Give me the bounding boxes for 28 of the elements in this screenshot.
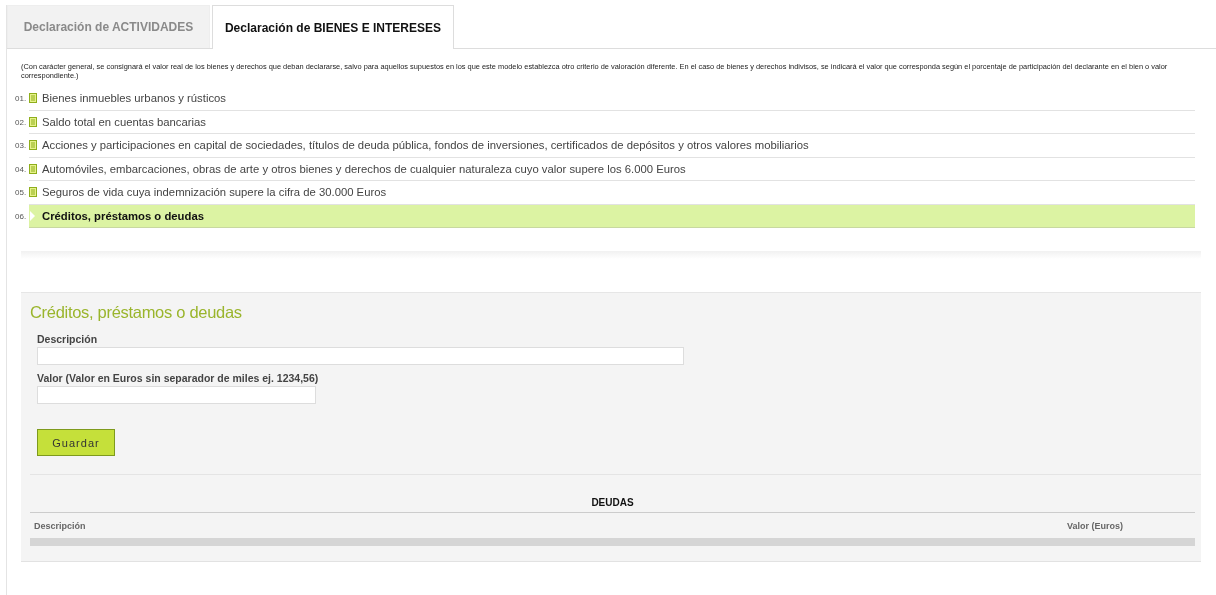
column-header: Descripción: [33, 520, 87, 531]
section-item[interactable]: Automóviles, embarcaciones, obras de arte y otros bienes y derechos de cualquier naturaleza cuyo valor supere los 6.000 Euros: [29, 157, 1195, 181]
tab[interactable]: Declaración de BIENES E INTERESES: [212, 5, 454, 49]
field-label: Valor (Valor en Euros sin separador de miles ej. 1234,56): [37, 372, 320, 384]
field-label: Descripción: [37, 333, 99, 345]
document-icon: [29, 187, 37, 198]
form-title: Créditos, préstamos o deudas: [30, 303, 243, 322]
section-item[interactable]: Saldo total en cuentas bancarias: [29, 110, 1195, 134]
input-field[interactable]: [37, 386, 316, 404]
item-number: 04.: [15, 164, 28, 174]
document-icon: [29, 140, 37, 151]
document-icon: [29, 93, 37, 104]
document-icon: [29, 116, 37, 127]
table-title: DEUDAS: [590, 497, 635, 508]
input-field[interactable]: [37, 347, 684, 365]
section-item[interactable]: Bienes inmuebles urbanos y rústicos: [29, 87, 1195, 111]
section-item[interactable]: Seguros de vida cuya indemnización supere la cifra de 30.000 Euros: [29, 181, 1195, 205]
save-button[interactable]: Guardar: [37, 429, 115, 456]
chevron-icon: [29, 210, 37, 221]
document-icon: [29, 163, 37, 174]
item-number: 03.: [15, 141, 28, 151]
item-number: 02.: [15, 117, 28, 127]
item-number: 01.: [15, 94, 28, 104]
column-header: Valor (Euros): [1067, 520, 1124, 531]
item-number: 06.: [15, 211, 28, 221]
section-item[interactable]: Créditos, préstamos o deudas: [29, 204, 1195, 228]
item-number: 05.: [15, 188, 28, 198]
section-item[interactable]: Acciones y participaciones en capital de sociedades, títulos de deuda pública, fondos de inversiones, certificados de depósitos y otros valores mobiliarios: [29, 134, 1195, 158]
